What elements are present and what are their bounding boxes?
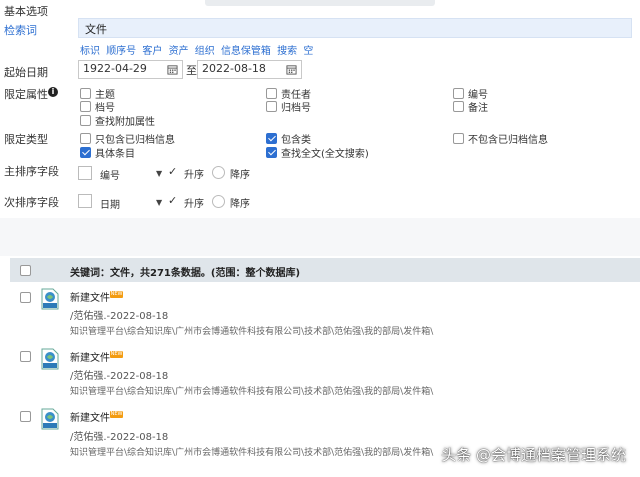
calendar-icon[interactable] xyxy=(163,60,181,79)
primary-sort-label: 主排序字段 xyxy=(4,165,59,178)
type-checkbox-full-text[interactable] xyxy=(266,147,277,158)
result-meta: /范佑强.-2022-08-18 xyxy=(70,432,169,443)
quick-link[interactable]: 信息保管箱 xyxy=(221,46,271,57)
calendar-icon[interactable] xyxy=(282,60,300,79)
primary-sort-desc-radio[interactable] xyxy=(212,166,225,179)
attributes-label: 限定属性 xyxy=(4,88,48,101)
quick-link[interactable]: 空 xyxy=(303,46,313,57)
new-badge: NEW xyxy=(110,351,123,358)
keyword-quick-links: 标识 顺序号 客户 资产 组织 信息保管箱 搜索 空 xyxy=(80,42,316,57)
quick-link[interactable]: 搜索 xyxy=(277,46,297,57)
new-badge: NEW xyxy=(110,411,123,418)
type-label-include-class: 包含类 xyxy=(281,135,311,146)
quick-link[interactable]: 顺序号 xyxy=(106,46,136,57)
caret-down-icon[interactable]: ▼ xyxy=(156,198,162,207)
type-label-archived-only: 只包含已归档信息 xyxy=(95,135,175,146)
result-title[interactable]: 新建文件 xyxy=(70,289,110,304)
result-checkbox[interactable] xyxy=(20,351,31,362)
primary-sort-box[interactable] xyxy=(78,166,92,180)
type-checkbox-archived-only[interactable] xyxy=(80,133,91,144)
type-checkbox-exclude-archived[interactable] xyxy=(453,133,464,144)
attr-label-archive-no: 档号 xyxy=(95,103,115,114)
section-title: 基本选项 xyxy=(4,5,48,18)
attr-checkbox-archive-no[interactable] xyxy=(80,101,91,112)
result-title[interactable]: 新建文件 xyxy=(70,409,110,424)
results-header: 关键词：文件，共271条数据。(范围：整个数据库) xyxy=(10,258,640,282)
result-path: 知识管理平台\综合知识库\广州市会博通软件科技有限公司\技术部\范佑强\我的部局… xyxy=(70,448,434,458)
results-summary: 关键词：文件，共271条数据。(范围：整个数据库) xyxy=(70,268,301,279)
type-label-exclude-archived: 不包含已归档信息 xyxy=(468,135,548,146)
keyword-input[interactable]: 文件 xyxy=(78,18,632,38)
document-icon xyxy=(41,348,59,370)
attr-label-remarks: 备注 xyxy=(468,103,488,114)
attr-checkbox-subject[interactable] xyxy=(80,88,91,99)
primary-sort-asc[interactable]: 升序 xyxy=(184,166,204,181)
primary-sort-field[interactable]: 编号 xyxy=(100,167,120,182)
checkmark-icon: ✓ xyxy=(168,165,178,178)
type-checkbox-include-class[interactable] xyxy=(266,133,277,144)
result-checkbox[interactable] xyxy=(20,411,31,422)
result-checkbox[interactable] xyxy=(20,292,31,303)
type-label-full-text: 查找全文(全文搜索) xyxy=(281,149,369,160)
quick-link[interactable]: 标识 xyxy=(80,46,100,57)
types-label: 限定类型 xyxy=(4,133,48,146)
result-title[interactable]: 新建文件 xyxy=(70,349,110,364)
attr-checkbox-remarks[interactable] xyxy=(453,101,464,112)
section-divider xyxy=(0,218,640,256)
type-label-specific-entry: 具体条目 xyxy=(95,149,135,160)
date-label: 起始日期 xyxy=(4,66,48,79)
result-meta: /范佑强.-2022-08-18 xyxy=(70,311,169,322)
checkmark-icon: ✓ xyxy=(168,194,178,207)
type-checkbox-specific-entry[interactable] xyxy=(80,147,91,158)
result-meta: /范佑强.-2022-08-18 xyxy=(70,371,169,382)
secondary-sort-box[interactable] xyxy=(78,194,92,208)
secondary-sort-field[interactable]: 日期 xyxy=(100,196,120,211)
quick-link[interactable]: 客户 xyxy=(142,46,162,57)
date-separator: 至 xyxy=(186,64,197,77)
attr-label-filing-no: 归档号 xyxy=(281,103,311,114)
secondary-sort-asc[interactable]: 升序 xyxy=(184,195,204,210)
new-badge: NEW xyxy=(110,291,123,298)
document-icon xyxy=(41,288,59,310)
quick-link[interactable]: 组织 xyxy=(195,46,215,57)
attr-checkbox-responsible[interactable] xyxy=(266,88,277,99)
result-path: 知识管理平台\综合知识库\广州市会博通软件科技有限公司\技术部\范佑强\我的部局… xyxy=(70,387,434,397)
secondary-sort-label: 次排序字段 xyxy=(4,196,59,209)
keyword-label: 检索词 xyxy=(4,24,37,37)
select-all-checkbox[interactable] xyxy=(20,265,31,276)
attr-checkbox-filing-no[interactable] xyxy=(266,101,277,112)
attr-label-extra: 查找附加属性 xyxy=(95,117,155,128)
primary-sort-desc[interactable]: 降序 xyxy=(230,166,250,181)
caret-down-icon[interactable]: ▼ xyxy=(156,169,162,178)
secondary-sort-desc-radio[interactable] xyxy=(212,195,225,208)
attr-checkbox-number[interactable] xyxy=(453,88,464,99)
quick-link[interactable]: 资产 xyxy=(169,46,189,57)
secondary-sort-desc[interactable]: 降序 xyxy=(230,195,250,210)
info-icon[interactable]: i xyxy=(48,87,58,97)
attr-checkbox-extra[interactable] xyxy=(80,115,91,126)
document-icon xyxy=(41,408,59,430)
watermark: 头条 @会博通档案管理系统 xyxy=(441,446,626,464)
result-path: 知识管理平台\综合知识库\广州市会博通软件科技有限公司\技术部\范佑强\我的部局… xyxy=(70,327,434,337)
top-shade xyxy=(205,0,435,6)
